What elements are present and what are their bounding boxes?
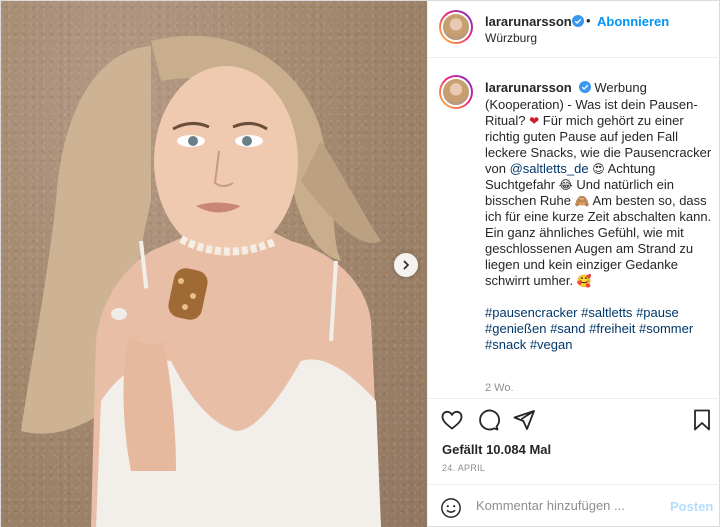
caption-username-link[interactable]: lararunarsson — [485, 80, 572, 95]
share-icon[interactable] — [512, 408, 536, 432]
avatar[interactable] — [439, 10, 473, 44]
mention-link[interactable]: @saltletts_de — [510, 161, 589, 176]
photo-illustration — [21, 35, 381, 527]
red-heart-emoji: ❤ — [529, 114, 540, 128]
post-comment-button[interactable]: Posten — [670, 499, 713, 514]
follow-button[interactable]: Abonnieren — [597, 14, 669, 29]
verified-badge-icon — [578, 81, 591, 97]
post-photo[interactable] — [1, 1, 427, 527]
comments-section: lararunarsson Werbung (Kooperation) - Wa… — [428, 58, 720, 398]
chevron-right-icon — [403, 260, 410, 270]
hashtag-list: #pausencracker #saltletts #pause #genieß… — [485, 305, 713, 353]
hashtag-link[interactable]: #pausencracker — [485, 305, 578, 320]
hashtag-link[interactable]: #pause — [636, 305, 679, 320]
heart-icon[interactable] — [440, 408, 464, 432]
smiling-hearts-emoji: 🥰 — [576, 274, 592, 288]
action-bar — [428, 398, 720, 440]
hashtag-link[interactable]: #vegan — [530, 337, 573, 352]
post-side-panel: lararunarsson • Abonnieren Würzburg lara… — [427, 1, 720, 527]
hashtag-link[interactable]: #sand — [550, 321, 585, 336]
smiley-icon[interactable] — [440, 497, 462, 524]
comment-icon[interactable] — [476, 408, 500, 432]
caption-text: lararunarsson Werbung (Kooperation) - Wa… — [485, 80, 713, 353]
bookmark-icon[interactable] — [690, 408, 714, 432]
hashtag-link[interactable]: #sommer — [639, 321, 693, 336]
instagram-post: lararunarsson • Abonnieren Würzburg lara… — [0, 0, 720, 527]
separator-dot: • — [586, 13, 591, 28]
see-no-evil-emoji: 🙈 — [574, 194, 590, 208]
post-date: 24. APRIL — [442, 463, 486, 473]
post-age[interactable]: 2 Wo. — [485, 382, 514, 394]
verified-badge-icon — [572, 14, 584, 32]
caption-avatar[interactable] — [439, 75, 473, 109]
username-link[interactable]: lararunarsson — [485, 14, 572, 29]
heart-eyes-emoji: 😍 — [592, 162, 605, 176]
comment-input[interactable] — [476, 498, 656, 513]
location-link[interactable]: Würzburg — [485, 31, 537, 45]
hashtag-link[interactable]: #saltletts — [581, 305, 632, 320]
hashtag-link[interactable]: #freiheit — [589, 321, 635, 336]
add-comment-bar: Posten — [428, 484, 720, 527]
likes-count[interactable]: Gefällt 10.084 Mal — [442, 442, 551, 457]
laughing-emoji: 😂 — [558, 178, 573, 192]
hashtag-link[interactable]: #snack — [485, 337, 526, 352]
post-header: lararunarsson • Abonnieren Würzburg — [428, 1, 720, 58]
next-image-button[interactable] — [394, 253, 418, 277]
hashtag-link[interactable]: #genießen — [485, 321, 546, 336]
